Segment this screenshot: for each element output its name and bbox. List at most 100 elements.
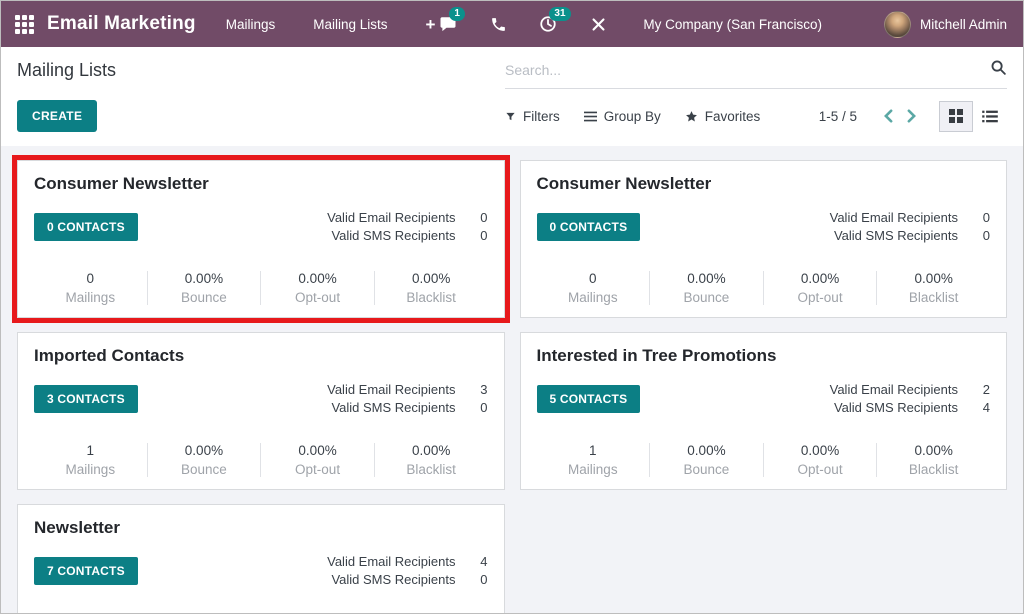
contacts-button[interactable]: 5 CONTACTS xyxy=(537,385,641,413)
stat-optout[interactable]: 0.00% Opt-out xyxy=(763,271,877,305)
valid-email-value: 4 xyxy=(456,554,488,569)
stat-optout-label: Opt-out xyxy=(764,290,877,305)
apps-menu-icon[interactable] xyxy=(15,15,34,34)
stat-mailings-value: 0 xyxy=(34,271,147,286)
mailing-list-card[interactable]: Newsletter 7 CONTACTS Valid Email Recipi… xyxy=(17,504,505,614)
list-view-button[interactable] xyxy=(973,101,1007,132)
stat-mailings[interactable]: 1 Mailings xyxy=(537,443,650,477)
valid-email-label: Valid Email Recipients xyxy=(327,210,455,225)
stat-mailings-label: Mailings xyxy=(34,462,147,477)
pager-range: 1-5 / 5 xyxy=(819,109,857,124)
mailing-list-card[interactable]: Imported Contacts 3 CONTACTS Valid Email… xyxy=(17,332,505,490)
nav-item-mailing-lists[interactable]: Mailing Lists xyxy=(313,17,387,32)
card-stats-row: 1 Mailings 0.00% Bounce 0.00% Opt-out 0.… xyxy=(34,433,488,489)
stat-bounce[interactable]: 0.00% Bounce xyxy=(147,271,261,305)
valid-email-value: 0 xyxy=(958,210,990,225)
stat-bounce[interactable]: 0.00% Bounce xyxy=(147,443,261,477)
stat-optout-value: 0.00% xyxy=(764,271,877,286)
stat-optout[interactable]: 0.00% Opt-out xyxy=(260,443,374,477)
stat-optout-value: 0.00% xyxy=(764,443,877,458)
list-view-icon xyxy=(982,110,998,123)
kanban-view-button[interactable] xyxy=(939,101,973,132)
stat-optout-label: Opt-out xyxy=(764,462,877,477)
stat-optout[interactable]: 0.00% Opt-out xyxy=(763,443,877,477)
star-icon xyxy=(685,110,698,123)
card-middle-row: 3 CONTACTS Valid Email Recipients 3 Vali… xyxy=(34,379,488,418)
stat-bounce-value: 0.00% xyxy=(148,443,261,458)
search-box xyxy=(505,59,1007,89)
valid-sms-value: 0 xyxy=(456,400,488,415)
stat-blacklist-value: 0.00% xyxy=(375,443,488,458)
user-menu[interactable]: Mitchell Admin xyxy=(884,11,1007,38)
plus-icon[interactable]: + xyxy=(426,16,436,33)
company-switcher[interactable]: My Company (San Francisco) xyxy=(643,17,822,32)
stat-blacklist-label: Blacklist xyxy=(877,290,990,305)
valid-email-value: 2 xyxy=(958,382,990,397)
valid-email-row: Valid Email Recipients 0 xyxy=(327,210,487,225)
contacts-button[interactable]: 0 CONTACTS xyxy=(537,213,641,241)
activities-clock-icon[interactable]: 31 xyxy=(539,15,557,33)
kanban-grid: Consumer Newsletter 0 CONTACTS Valid Ema… xyxy=(1,146,1023,614)
valid-sms-label: Valid SMS Recipients xyxy=(834,400,958,415)
contacts-button[interactable]: 7 CONTACTS xyxy=(34,557,138,585)
page-title: Mailing Lists xyxy=(17,60,116,89)
valid-sms-row: Valid SMS Recipients 0 xyxy=(327,228,487,243)
stat-blacklist-label: Blacklist xyxy=(877,462,990,477)
stat-blacklist-label: Blacklist xyxy=(375,290,488,305)
valid-email-row: Valid Email Recipients 0 xyxy=(830,210,990,225)
stat-optout[interactable]: 0.00% Opt-out xyxy=(260,271,374,305)
phone-icon[interactable] xyxy=(489,15,507,33)
group-by-icon xyxy=(584,111,597,122)
valid-sms-value: 4 xyxy=(958,400,990,415)
pager-previous-icon[interactable] xyxy=(877,107,900,125)
filters-button[interactable]: Filters xyxy=(505,109,560,124)
create-button[interactable]: CREATE xyxy=(17,100,97,132)
card-stats-row: 0 Mailings 0.00% Bounce 0.00% Opt-out 0.… xyxy=(537,261,991,317)
valid-sms-label: Valid SMS Recipients xyxy=(331,572,455,587)
tools-icon[interactable] xyxy=(589,15,607,33)
stat-blacklist-value: 0.00% xyxy=(877,271,990,286)
search-input[interactable] xyxy=(505,62,990,78)
mailing-list-card[interactable]: Consumer Newsletter 0 CONTACTS Valid Ema… xyxy=(520,160,1008,318)
search-icon[interactable] xyxy=(990,59,1007,81)
group-by-button[interactable]: Group By xyxy=(584,109,661,124)
stat-blacklist[interactable]: 0.00% Blacklist xyxy=(876,443,990,477)
mailing-list-card[interactable]: Consumer Newsletter 0 CONTACTS Valid Ema… xyxy=(17,160,505,318)
card-title: Interested in Tree Promotions xyxy=(537,346,991,366)
card-title: Consumer Newsletter xyxy=(537,174,991,194)
contacts-button[interactable]: 0 CONTACTS xyxy=(34,213,138,241)
stat-bounce-label: Bounce xyxy=(650,290,763,305)
stat-mailings[interactable]: 1 Mailings xyxy=(34,443,147,477)
valid-email-value: 0 xyxy=(456,210,488,225)
messages-badge: 1 xyxy=(449,7,465,21)
stat-blacklist[interactable]: 0.00% Blacklist xyxy=(374,271,488,305)
user-avatar xyxy=(884,11,911,38)
valid-sms-row: Valid SMS Recipients 0 xyxy=(327,400,487,415)
app-title[interactable]: Email Marketing xyxy=(47,13,196,35)
stat-bounce[interactable]: 0.00% Bounce xyxy=(649,443,763,477)
stat-optout-value: 0.00% xyxy=(261,443,374,458)
card-middle-row: 7 CONTACTS Valid Email Recipients 4 Vali… xyxy=(34,551,488,590)
mailing-list-card[interactable]: Interested in Tree Promotions 5 CONTACTS… xyxy=(520,332,1008,490)
valid-sms-value: 0 xyxy=(456,572,488,587)
kanban-view-icon xyxy=(949,109,963,123)
control-panel-bottom: CREATE Filters Group By Favorites 1-5 / … xyxy=(1,89,1023,146)
pager-next-icon[interactable] xyxy=(900,107,923,125)
stat-mailings-label: Mailings xyxy=(537,290,650,305)
stat-bounce[interactable]: 0.00% Bounce xyxy=(649,271,763,305)
stat-bounce-value: 0.00% xyxy=(650,443,763,458)
card-stats-row: 1 Mailings 0.00% Bounce 0.00% Opt-out 0.… xyxy=(537,433,991,489)
filter-icon xyxy=(505,111,516,122)
card-middle-row: 0 CONTACTS Valid Email Recipients 0 Vali… xyxy=(537,207,991,246)
stat-optout-label: Opt-out xyxy=(261,290,374,305)
favorites-button[interactable]: Favorites xyxy=(685,109,761,124)
stat-blacklist[interactable]: 0.00% Blacklist xyxy=(374,443,488,477)
stat-mailings[interactable]: 0 Mailings xyxy=(34,271,147,305)
contacts-button[interactable]: 3 CONTACTS xyxy=(34,385,138,413)
stat-blacklist[interactable]: 0.00% Blacklist xyxy=(876,271,990,305)
nav-item-mailings[interactable]: Mailings xyxy=(226,17,276,32)
stat-mailings[interactable]: 0 Mailings xyxy=(537,271,650,305)
valid-email-label: Valid Email Recipients xyxy=(327,554,455,569)
stat-bounce-label: Bounce xyxy=(148,290,261,305)
messages-icon[interactable]: 1 xyxy=(439,15,457,33)
